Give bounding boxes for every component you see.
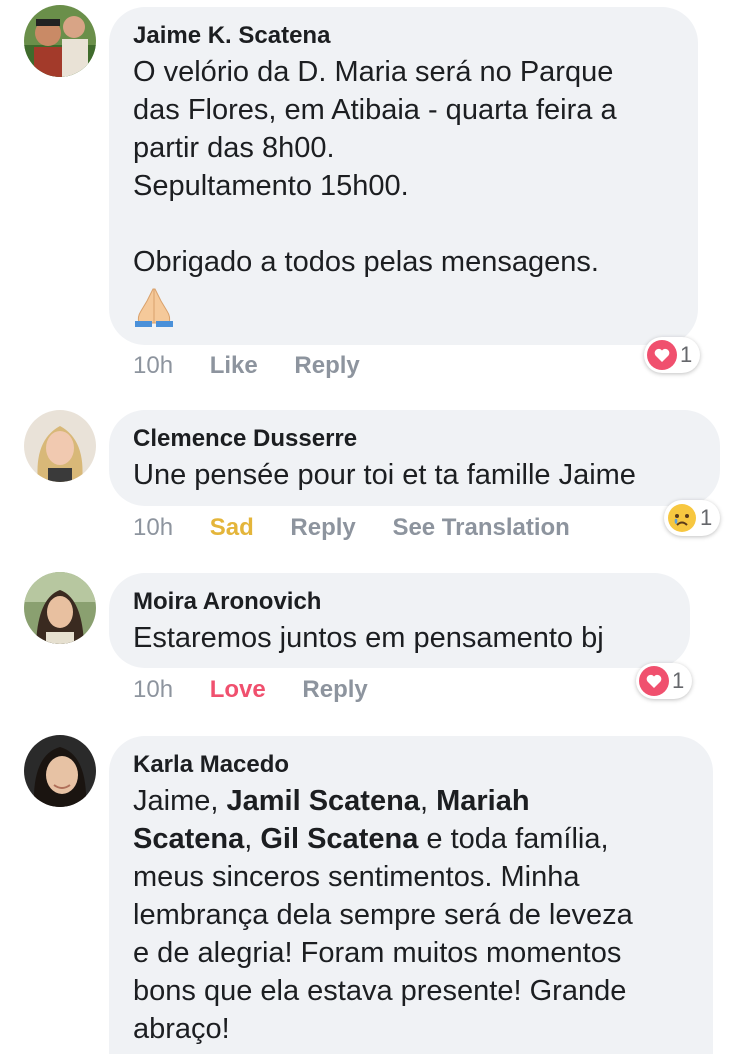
reaction-count: 1 <box>680 342 693 367</box>
reply-button[interactable]: Reply <box>302 676 367 703</box>
comment-line: e de alegria! Foram muitos momentos <box>133 937 622 969</box>
comment-text: O velório da D. Maria será no Parque das… <box>133 53 674 327</box>
mention-link[interactable]: Scatena <box>133 823 244 855</box>
heart-icon <box>639 666 669 696</box>
comment-text: Une pensée pour toi et ta famille Jaime <box>133 456 696 494</box>
sad-reaction-button[interactable]: Sad <box>210 514 254 541</box>
reply-button[interactable]: Reply <box>294 352 359 379</box>
reaction-badge[interactable]: 1 <box>636 663 693 699</box>
comment-timestamp[interactable]: 10h <box>133 514 173 541</box>
reaction-count: 1 <box>672 668 685 693</box>
comment-line: O velório da D. Maria será no Parque <box>133 56 614 88</box>
avatar[interactable] <box>24 572 96 644</box>
like-button[interactable]: Like <box>210 352 258 379</box>
reaction-badge[interactable]: 1 <box>664 500 721 536</box>
comment-line: abraço! <box>133 1013 230 1045</box>
comment-actions: 10h Sad Reply See Translation <box>133 513 600 543</box>
text-segment: Jaime, <box>133 785 227 817</box>
comment-line: Scatena, Gil Scatena e toda família, <box>133 820 689 858</box>
comment-text: Jaime, Jamil Scatena, Mariah Scatena, Gi… <box>133 782 689 1048</box>
avatar[interactable] <box>24 5 96 77</box>
mention-link[interactable]: Mariah <box>436 785 529 817</box>
comment-author[interactable]: Jaime K. Scatena <box>133 21 674 51</box>
comment-line: das Flores, em Atibaia - quarta feira a <box>133 94 617 126</box>
reaction-count: 1 <box>700 505 713 530</box>
love-reaction-button[interactable]: Love <box>210 676 266 703</box>
avatar[interactable] <box>24 410 96 482</box>
comment-line: Jaime, Jamil Scatena, Mariah <box>133 782 689 820</box>
mention-link[interactable]: Gil Scatena <box>260 823 418 855</box>
comment-line: Estaremos juntos em pensamento bj <box>133 622 604 654</box>
avatar-photo <box>24 410 96 482</box>
comment-author[interactable]: Karla Macedo <box>133 750 689 780</box>
comment-author[interactable]: Moira Aronovich <box>133 587 666 617</box>
text-segment: , <box>419 785 437 817</box>
avatar-photo <box>24 735 96 807</box>
comment-line: meus sinceros sentimentos. Minha <box>133 861 580 893</box>
sad-icon <box>668 504 696 532</box>
comment-feed: Jaime K. Scatena O velório da D. Maria s… <box>0 0 750 1054</box>
comment-line: lembrança dela sempre será de leveza <box>133 899 633 931</box>
comment-line: Une pensée pour toi et ta famille Jaime <box>133 459 636 491</box>
comment-line: partir das 8h00. <box>133 132 335 164</box>
avatar-photo <box>24 5 96 77</box>
comment-bubble: Karla Macedo Jaime, Jamil Scatena, Maria… <box>109 736 713 1054</box>
avatar-photo <box>24 572 96 644</box>
mention-link[interactable]: Jamil Scatena <box>226 785 419 817</box>
comment-line: Sepultamento 15h00. <box>133 170 409 202</box>
folded-hands-emoji <box>135 288 173 327</box>
comment-author[interactable]: Clemence Dusserre <box>133 424 696 454</box>
comment-timestamp[interactable]: 10h <box>133 352 173 379</box>
reaction-badge[interactable]: 1 <box>644 337 701 373</box>
reply-button[interactable]: Reply <box>290 514 355 541</box>
comment-bubble: Clemence Dusserre Une pensée pour toi et… <box>109 410 720 506</box>
comment-text: Estaremos juntos em pensamento bj <box>133 619 666 657</box>
comment-bubble: Jaime K. Scatena O velório da D. Maria s… <box>109 7 698 345</box>
comment-line: Obrigado a todos pelas mensagens. <box>133 246 599 278</box>
text-segment: , <box>244 823 261 855</box>
text-segment: e toda família, <box>418 823 609 855</box>
comment-bubble: Moira Aronovich Estaremos juntos em pens… <box>109 573 690 668</box>
comment-timestamp[interactable]: 10h <box>133 676 173 703</box>
comment-actions: 10h Love Reply <box>133 675 398 705</box>
see-translation-link[interactable]: See Translation <box>392 514 569 541</box>
comment-blank-line <box>133 205 674 243</box>
comment-actions: 10h Like Reply <box>133 351 390 381</box>
comment-line: bons que ela estava presente! Grande <box>133 975 627 1007</box>
heart-icon <box>647 340 677 370</box>
avatar[interactable] <box>24 735 96 807</box>
